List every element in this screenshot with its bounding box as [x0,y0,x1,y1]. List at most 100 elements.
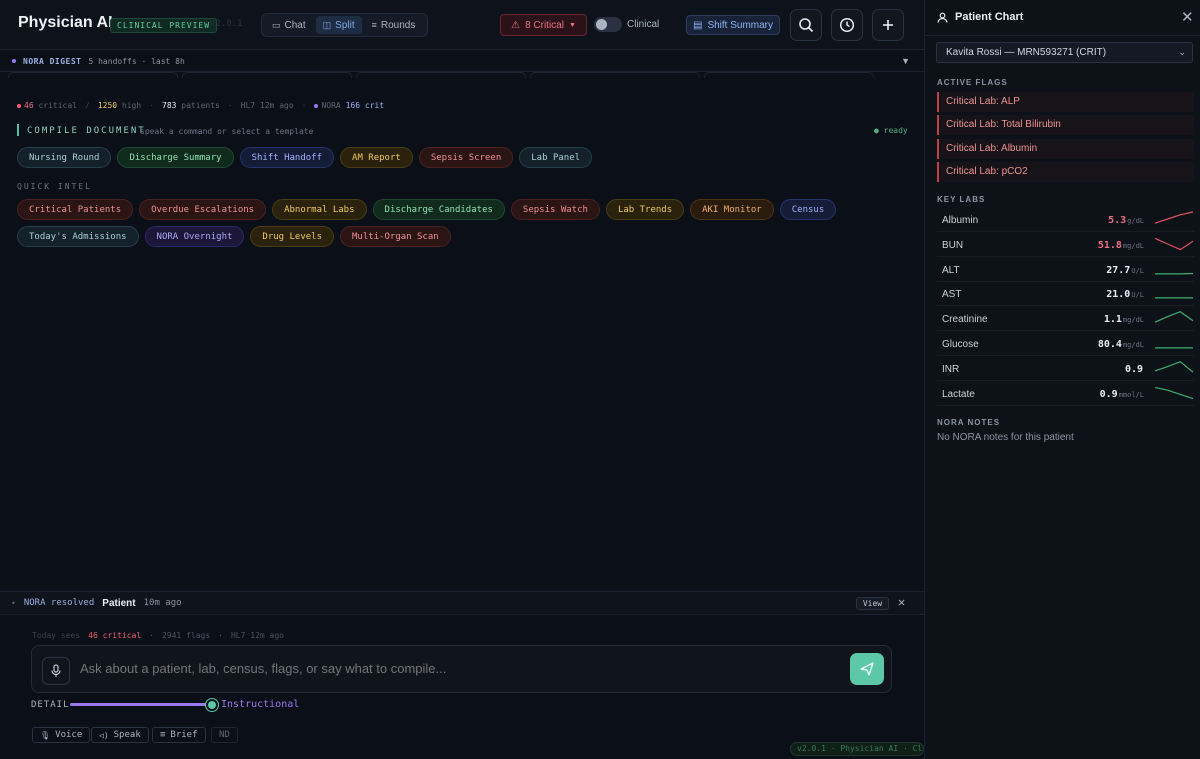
chat-input[interactable] [80,661,820,676]
digest-dot-icon [12,59,16,63]
sparkline-path [1154,360,1194,373]
nora-resolved-bar: • NORA resolved Patient 10m ago View ✕ [0,591,924,615]
lab-name: Glucose [942,339,979,350]
flag-item[interactable]: Critical Lab: pCO2 [937,162,1194,182]
separator: / [85,101,90,110]
tab-chat[interactable]: ▭ Chat [265,16,313,34]
critical-count-label: 8 Critical [525,19,564,31]
flag-item[interactable]: Critical Lab: Albumin [937,139,1194,159]
patient-select[interactable]: Kavita Rossi — MRN593271 (CRIT) ⌄ [936,42,1193,63]
intel-chip[interactable]: Sepsis Watch [510,199,600,220]
template-chip[interactable]: Shift Handoff [239,147,335,168]
brief-label: Brief [170,730,198,740]
compile-title: COMPILE DOCUMENT [27,126,146,136]
close-icon[interactable]: ✕ [898,595,905,609]
lab-trend-sparkline [1154,237,1194,251]
mic-button[interactable] [42,657,70,685]
digest-card[interactable] [704,72,874,78]
bullet-icon: • [11,598,16,608]
tab-rounds-label: Rounds [380,19,416,31]
lab-row[interactable]: Glucose 80.4mg/dL [937,332,1194,356]
detail-label: DETAIL [31,700,70,710]
template-chip[interactable]: Sepsis Screen [418,147,514,168]
plus-icon [883,20,893,30]
clinical-mode-toggle[interactable] [594,17,622,32]
lab-row[interactable]: INR 0.9 [937,357,1194,381]
digest-card[interactable] [356,72,526,78]
list-icon: ≡ [371,20,377,30]
lab-value-number: 0.9 [1099,388,1118,400]
nora-digest-bar[interactable]: NORA DIGEST 5 handoffs · last 8h ▼ [0,51,924,72]
lab-row[interactable]: AST 21.0U/L [937,282,1194,307]
template-chip[interactable]: AM Report [340,147,413,168]
intel-chip[interactable]: Census [779,199,837,220]
flag-item[interactable]: Critical Lab: ALP [937,92,1194,112]
speak-button[interactable]: ◁) Speak [91,727,149,743]
lab-unit: U/L [1131,291,1144,300]
critical-alerts-button[interactable]: ⚠ 8 Critical ▼ [500,14,587,36]
new-button[interactable] [872,9,904,41]
digest-card[interactable] [182,72,352,78]
tab-split[interactable]: ◫ Split [315,16,362,34]
intel-chip[interactable]: Multi-Organ Scan [340,226,451,247]
lab-row[interactable]: Creatinine 1.1mg/dL [937,307,1194,332]
active-flags-label: ACTIVE FLAGS [937,78,1008,87]
separator: · [149,101,155,110]
tab-rounds[interactable]: ≡ Rounds [365,16,423,34]
intel-chip[interactable]: Critical Patients [17,199,134,220]
history-button[interactable] [831,9,863,41]
history-clock-icon [839,17,855,33]
lab-value: 21.0U/L [1106,289,1144,300]
lab-row[interactable]: BUN 51.8mg/dL [937,233,1194,257]
intel-chip[interactable]: Discharge Candidates [372,199,505,220]
intel-chip[interactable]: AKI Monitor [690,199,774,220]
intel-chip[interactable]: Overdue Escalations [139,199,267,220]
status-critical: 46 critical [88,631,142,640]
warning-triangle-icon: ⚠ [511,19,521,31]
intel-chip[interactable]: Today's Admissions [17,226,139,247]
view-button[interactable]: View [856,597,889,610]
send-icon [860,662,874,676]
intel-chip[interactable]: Lab Trends [605,199,685,220]
close-icon[interactable]: ✕ [1181,8,1194,26]
quick-intel-row-2: Today's Admissions NORA Overnight Drug L… [17,226,451,247]
tab-chat-label: Chat [284,19,306,31]
compile-hint: speak a command or select a template [140,127,314,136]
nora-dot-icon [314,104,319,108]
collapse-caret-icon[interactable]: ▼ [901,56,910,66]
lab-trend-sparkline [1155,297,1193,299]
status-flags: 2941 flags [161,631,211,640]
panel-title: Patient Chart [955,11,1024,23]
intel-chip[interactable]: Drug Levels [250,226,335,247]
lab-row[interactable]: Lactate 0.9mmol/L [937,382,1194,406]
microphone-icon [51,664,61,677]
nora-notes-text: No NORA notes for this patient [937,432,1074,443]
separator: · [301,101,307,110]
status-hl7: HL7 12m ago [230,631,284,640]
brief-button[interactable]: ≡ Brief [152,727,206,743]
digest-card[interactable] [8,72,178,78]
intel-chip[interactable]: Abnormal Labs [272,199,367,220]
detail-slider-track[interactable] [70,703,212,706]
send-button[interactable] [850,653,884,685]
chevron-down-icon: ⌄ [1178,47,1186,57]
lab-value-number: 51.8 [1097,239,1122,251]
lab-name: Creatinine [942,314,988,326]
lab-row[interactable]: Albumin 5.3g/dL [937,208,1194,232]
nd-button[interactable]: ND [211,727,238,743]
detail-slider-handle[interactable] [206,699,218,711]
template-chip[interactable]: Discharge Summary [117,147,234,168]
version-pill: v2.0.1 · Physician AI · Clinical [790,742,924,756]
template-chip[interactable]: Lab Panel [519,147,593,168]
template-chip[interactable]: Nursing Round [17,147,112,168]
lab-row[interactable]: ALT 27.7U/L [937,258,1194,282]
intel-chip[interactable]: NORA Overnight [144,226,245,247]
document-icon: ▤ [692,19,703,31]
lab-unit: mg/dL [1122,241,1144,250]
flag-item[interactable]: Critical Lab: Total Bilirubin [937,115,1194,135]
search-button[interactable] [790,9,822,41]
shift-summary-button[interactable]: ▤ Shift Summary [686,15,780,35]
voice-button[interactable]: 🎙︎ Voice [32,727,91,743]
digest-card[interactable] [530,72,700,78]
key-labs-label: KEY LABS [937,195,986,204]
